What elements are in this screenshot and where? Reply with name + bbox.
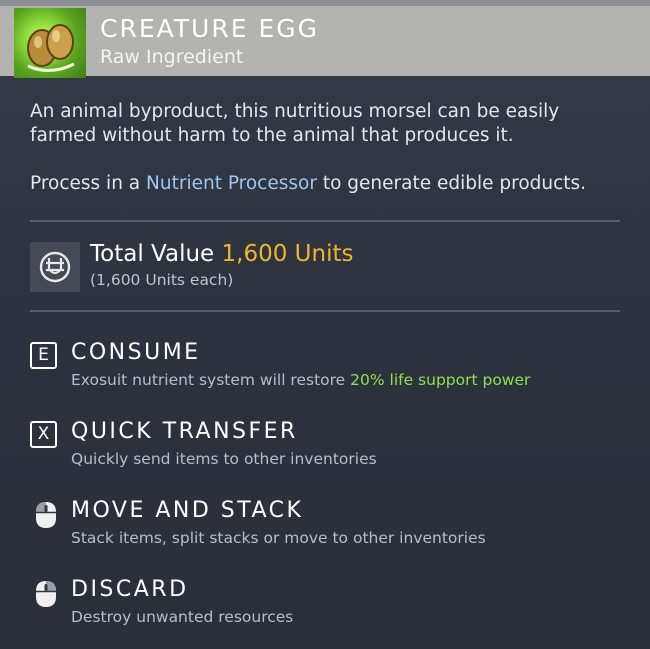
action-title: CONSUME xyxy=(71,340,201,365)
action-title: MOVE AND STACK xyxy=(71,498,304,523)
key-e-icon: E xyxy=(30,342,57,369)
divider xyxy=(30,310,620,312)
life-support-restore: 20% life support power xyxy=(350,371,531,389)
nutrient-processor-link: Nutrient Processor xyxy=(146,173,317,194)
item-description: An animal byproduct, this nutritious mor… xyxy=(30,101,560,146)
total-value: Total Value 1,600 Units xyxy=(90,241,353,267)
item-category: Raw Ingredient xyxy=(100,46,244,68)
total-value-amount: 1,600 Units xyxy=(221,241,354,267)
action-quick-transfer[interactable]: X QUICK TRANSFER Quickly send items to o… xyxy=(30,419,630,481)
action-description: Exosuit nutrient system will restore 20%… xyxy=(71,371,530,389)
consume-desc-prefix: Exosuit nutrient system will restore xyxy=(71,371,351,389)
action-description: Stack items, split stacks or move to oth… xyxy=(71,529,486,547)
mouse-icon xyxy=(30,500,62,530)
action-description: Destroy unwanted resources xyxy=(71,608,294,626)
process-hint: Process in a Nutrient Processor to gener… xyxy=(30,172,630,196)
process-suffix: to generate edible products. xyxy=(316,173,587,194)
total-value-label: Total Value xyxy=(90,241,215,267)
action-consume[interactable]: E CONSUME Exosuit nutrient system will r… xyxy=(30,340,630,402)
key-x-icon: X xyxy=(30,421,57,448)
mouse-icon xyxy=(30,579,62,609)
action-move-and-stack[interactable]: MOVE AND STACK Stack items, split stacks… xyxy=(30,498,630,560)
item-name: CREATURE EGG xyxy=(100,14,320,43)
action-discard[interactable]: DISCARD Destroy unwanted resources xyxy=(30,577,630,639)
creature-egg-icon xyxy=(14,8,86,78)
action-title: QUICK TRANSFER xyxy=(71,419,298,444)
units-currency-icon xyxy=(30,242,80,292)
action-title: DISCARD xyxy=(71,577,189,602)
unit-value-each: (1,600 Units each) xyxy=(90,271,234,289)
process-prefix: Process in a xyxy=(30,173,147,194)
item-header: CREATURE EGG Raw Ingredient xyxy=(0,6,650,78)
item-tooltip-panel: CREATURE EGG Raw Ingredient An animal by… xyxy=(0,0,650,649)
divider xyxy=(30,220,620,222)
action-description: Quickly send items to other inventories xyxy=(71,450,377,468)
